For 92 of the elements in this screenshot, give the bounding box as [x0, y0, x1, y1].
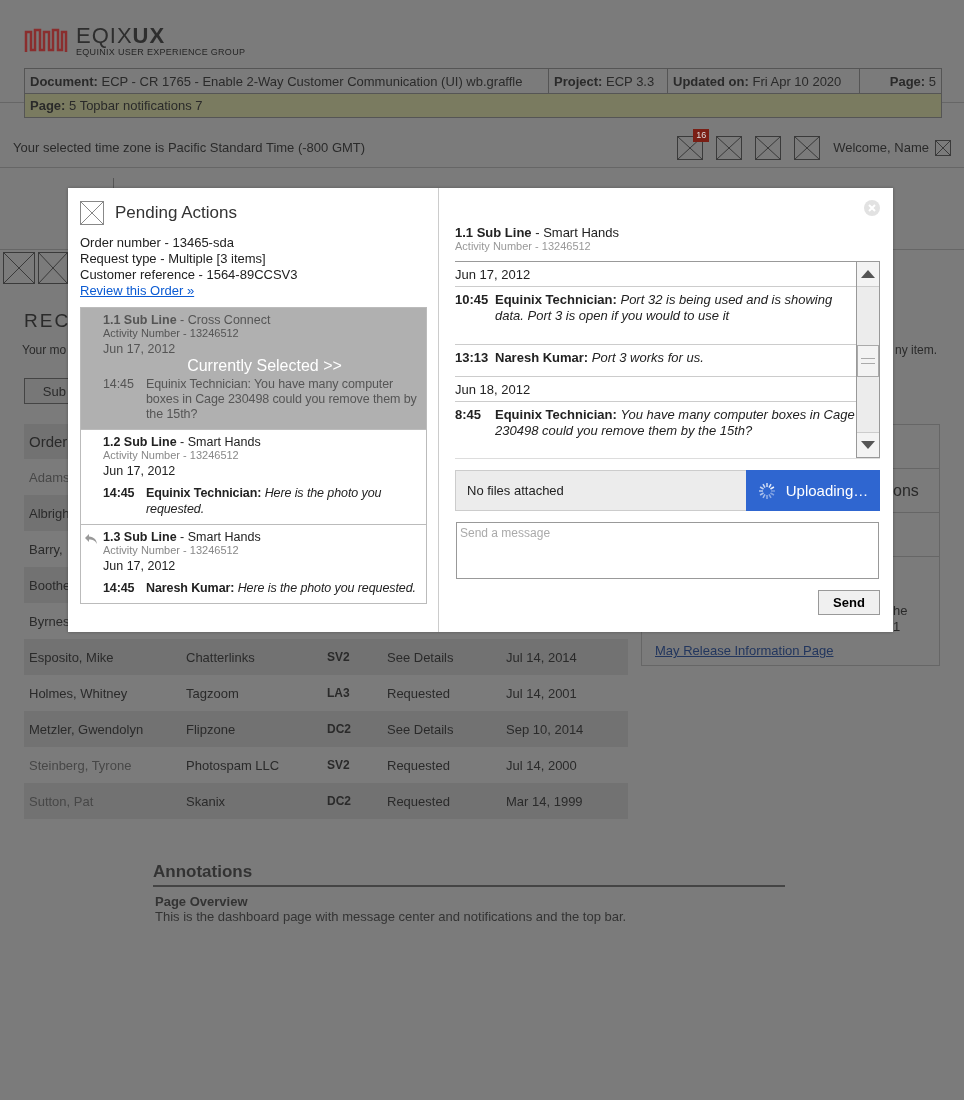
table-cell: Mar 14, 1999 — [506, 793, 583, 809]
message-time: 14:45 — [103, 485, 136, 502]
avatar-icon — [935, 139, 951, 156]
sub-line-title: 1.1 Sub Line - Smart Hands — [455, 225, 620, 240]
attachment-field: No files attached — [455, 470, 746, 511]
table-cell: Flipzone — [186, 721, 236, 737]
table-cell: See Details — [387, 721, 454, 737]
table-cell: See Details — [387, 649, 454, 665]
scrollbar[interactable] — [856, 262, 880, 458]
table-cell: DC2 — [327, 794, 351, 808]
table-cell: Metzler, Gwendolyn — [29, 721, 144, 737]
table-cell: Chatterlinks — [186, 649, 255, 665]
message-date: Jun 17, 2012 — [455, 266, 531, 282]
message-text: Equinix Technician: You have many computer boxes in Cage 230498 could you remove them by the 15th? — [146, 377, 418, 422]
message-time: 8:45 — [455, 407, 483, 424]
message-time: 13:13 — [455, 350, 490, 367]
table-cell: LA3 — [327, 686, 350, 700]
column-header: Order — [29, 433, 68, 450]
placeholder-icon — [755, 135, 782, 160]
order-info-text: Order number - 13465-sda — [80, 235, 235, 251]
document-info-cell-text: Page: 5 — [888, 73, 937, 91]
send-button[interactable]: Send — [818, 590, 880, 615]
intro-text: Your mo — [22, 343, 67, 357]
panel-text: ons — [893, 481, 919, 500]
table-cell: Sep 10, 2014 — [506, 721, 584, 737]
upload-button[interactable]: Uploading… — [746, 470, 880, 511]
table-cell: Jul 14, 2014 — [506, 649, 577, 665]
spinner-icon — [757, 481, 776, 500]
message-text: Equinix Technician: Port 32 is being used and is showing data. Port 3 is open if you would to use it — [495, 292, 834, 325]
table-cell: Requested — [387, 685, 450, 701]
selected-label: Currently Selected >> — [186, 357, 343, 375]
activity-number: Activity Number - 13246512 — [103, 327, 240, 339]
message-time: 10:45 — [455, 292, 490, 309]
table-cell: Photospam LLC — [186, 757, 280, 773]
message-text: Naresh Kumar: Here is the photo you requested. — [146, 580, 417, 596]
annotations-title: Annotations — [153, 862, 785, 887]
placeholder-icon — [3, 252, 35, 284]
message-input[interactable]: Send a message — [456, 522, 879, 579]
sub-line-title: 1.1 Sub Line - Cross Connect — [103, 313, 272, 327]
logo-subtitle: EQUINIX USER EXPERIENCE GROUP — [76, 46, 246, 57]
notification-badge: 16 — [693, 128, 710, 142]
submit-button[interactable]: Sub — [24, 378, 68, 404]
message-text: Equinix Technician: Here is the photo you requested. — [146, 485, 383, 517]
placeholder-icon — [716, 135, 743, 160]
table-cell: Requested — [387, 757, 450, 773]
order-info-text: Customer reference - 1564-89CCSV3 — [80, 267, 299, 283]
review-order-link[interactable]: Review this Order » — [80, 283, 195, 298]
table-cell: Esposito, Mike — [29, 649, 114, 665]
scroll-up-icon[interactable] — [861, 270, 875, 278]
table-cell: SV2 — [327, 650, 350, 664]
placeholder-icon — [794, 135, 821, 160]
message-date: Jun 17, 2012 — [103, 559, 177, 573]
table-cell: Jul 14, 2001 — [506, 685, 577, 701]
logo-text: EQIXUX — [76, 25, 167, 46]
logo-icon — [24, 28, 70, 54]
intro-text: ny item. — [895, 343, 937, 357]
timezone-text: Your selected time zone is Pacific Standard Time (-800 GMT) — [13, 140, 367, 155]
table-cell: Tagzoom — [186, 685, 239, 701]
scroll-down-icon[interactable] — [861, 441, 875, 449]
message-date: Jun 17, 2012 — [103, 342, 177, 356]
table-cell: Skanix — [186, 793, 226, 809]
panel-text: he — [893, 603, 909, 619]
activity-number: Activity Number - 13246512 — [103, 449, 240, 461]
message-date: Jun 17, 2012 — [103, 464, 177, 478]
order-info-text: Request type - Multiple [3 items] — [80, 251, 267, 267]
table-cell: DC2 — [327, 722, 351, 736]
sub-line-item[interactable]: 1.1 Sub Line - Cross Connect Activity Number - 13246512 Jun 17, 2012 Currently Selected >> 14:45 Equinix Technician: You have many computer boxes in Cage 230498 could you remove them by the 15th? — [81, 308, 426, 429]
table-cell: Barry, — [29, 541, 63, 557]
table-cell: Byrnes — [29, 613, 70, 629]
sub-line-title: 1.2 Sub Line - Smart Hands — [103, 435, 262, 449]
placeholder-icon — [80, 201, 104, 225]
message-time: 14:45 — [103, 377, 135, 393]
message-text: Naresh Kumar: Port 3 works for us. — [495, 350, 705, 367]
section-heading: REC — [24, 310, 71, 333]
welcome-text: Welcome, Name — [833, 140, 929, 155]
activity-number: Activity Number - 13246512 — [455, 240, 592, 252]
message-text: Equinix Technician: You have many computer boxes in Cage 230498 could you remove them by the 15th? — [495, 407, 856, 440]
annotation-heading: Page Overview — [155, 894, 249, 909]
table-cell: SV2 — [327, 758, 350, 772]
table-cell: Albrigh — [29, 505, 70, 521]
table-cell: Jul 14, 2000 — [506, 757, 577, 773]
activity-number: Activity Number - 13246512 — [103, 544, 240, 556]
table-cell: Holmes, Whitney — [29, 685, 128, 701]
annotation-text: This is the dashboard page with message center and notifications and the top bar. — [155, 909, 628, 924]
table-cell: Requested — [387, 793, 450, 809]
placeholder-icon — [38, 252, 68, 284]
sub-line-title: 1.3 Sub Line - Smart Hands — [103, 530, 262, 544]
dialog-title: Pending Actions — [115, 203, 237, 223]
panel-text: 1 — [893, 619, 902, 635]
message-time: 14:45 — [103, 580, 136, 596]
scroll-thumb[interactable] — [857, 345, 879, 377]
message-date: Jun 18, 2012 — [455, 381, 531, 397]
